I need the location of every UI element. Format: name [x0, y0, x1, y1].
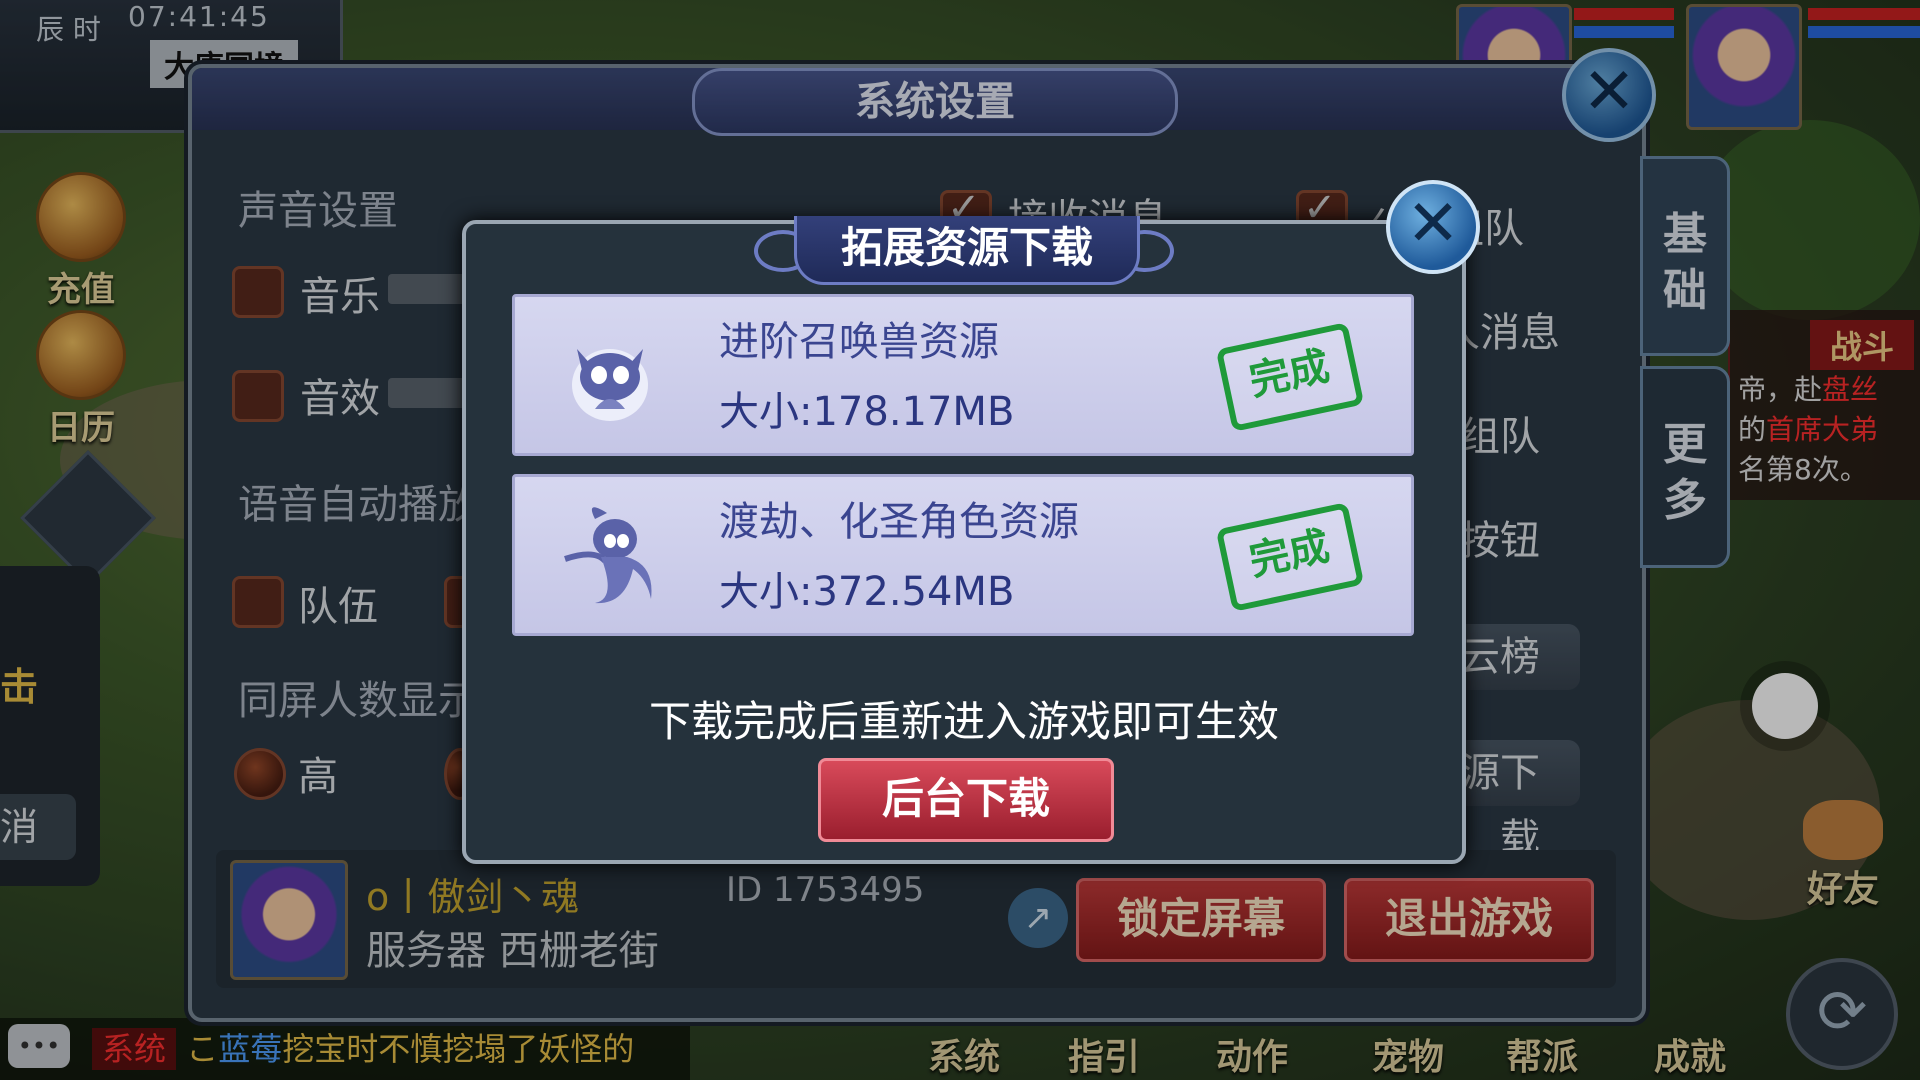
resource-name: 渡劫、化圣角色资源: [719, 499, 1079, 545]
resource-size: 大小:372.54MB: [719, 569, 1015, 615]
complete-stamp: 完成: [1215, 501, 1365, 613]
character-icon: [564, 507, 652, 604]
dialog-close-button[interactable]: ✕: [1386, 180, 1480, 274]
resource-download-dialog: 拓展资源下载 ✕ 进阶召唤兽资源 大小:178.17MB 完成 渡劫、化圣角色资…: [462, 180, 1480, 864]
resource-item: 进阶召唤兽资源 大小:178.17MB 完成: [512, 294, 1414, 456]
resource-name: 进阶召唤兽资源: [719, 319, 999, 365]
raccoon-icon: [572, 349, 648, 421]
download-hint: 下载完成后重新进入游戏即可生效: [648, 697, 1279, 746]
complete-stamp: 完成: [1215, 321, 1365, 433]
resource-item: 渡劫、化圣角色资源 大小:372.54MB 完成: [512, 474, 1414, 636]
dialog-title: 拓展资源下载: [794, 216, 1140, 285]
background-download-button[interactable]: 后台下载: [818, 758, 1114, 842]
resource-size: 大小:178.17MB: [719, 389, 1015, 435]
dialog-title-wrap: 拓展资源下载: [754, 216, 1174, 286]
